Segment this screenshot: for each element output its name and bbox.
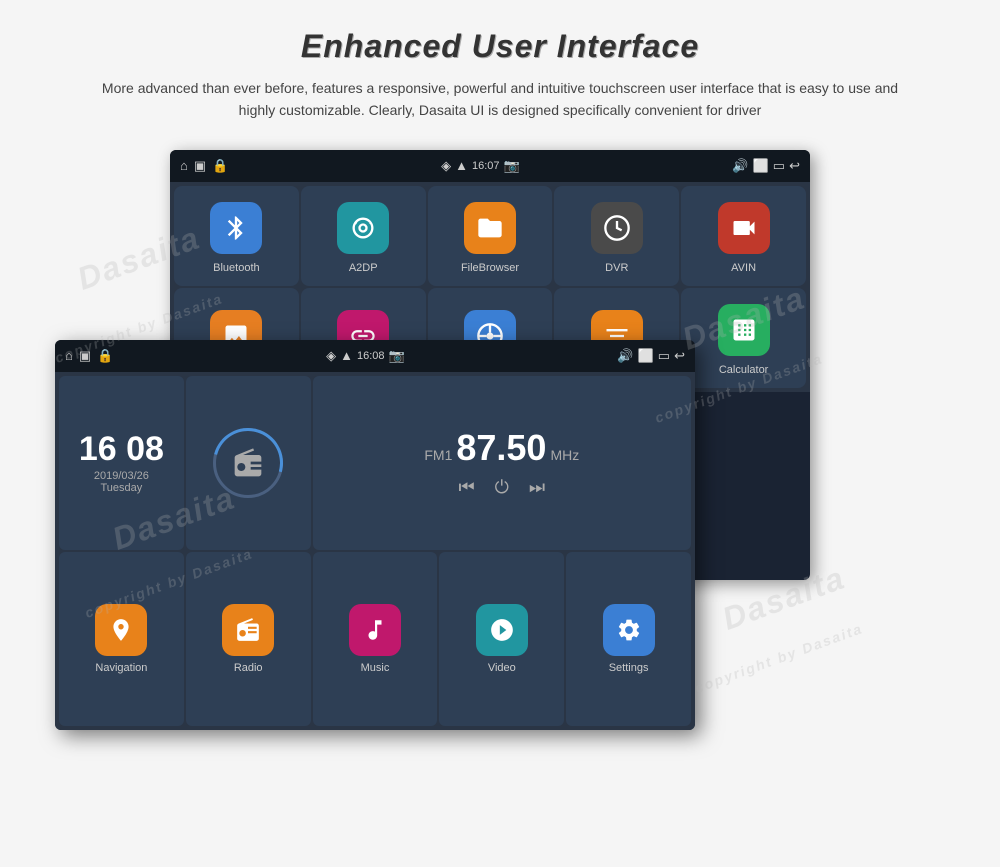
clock-back: 16:07 <box>472 160 500 172</box>
clock-date-display: 2019/03/26 <box>94 470 149 482</box>
nav-app-icon <box>95 604 147 656</box>
header-description: More advanced than ever before, features… <box>90 77 910 122</box>
clock-front: 16:08 <box>357 350 385 362</box>
app-calculator[interactable]: Calculator <box>681 288 806 388</box>
image-icon-front: ▣ <box>79 348 91 364</box>
settings-label: Settings <box>609 662 649 674</box>
page-title: Enhanced User Interface <box>40 28 960 65</box>
min-icon-front[interactable]: ▭ <box>658 348 670 364</box>
calculator-icon <box>718 304 770 356</box>
radio-label: Radio <box>234 662 263 674</box>
music-label: Music <box>361 662 390 674</box>
status-right-front: 🔊 ⬜ ▭ ↩ <box>617 348 685 364</box>
avin-label: AVIN <box>731 262 756 274</box>
app-dvr[interactable]: DVR <box>554 186 679 286</box>
app-avin[interactable]: AVIN <box>681 186 806 286</box>
radio-dial-arc <box>200 415 296 511</box>
status-left-back: ⌂ ▣ 🔒 <box>180 158 228 174</box>
filebrowser-label: FileBrowser <box>461 262 519 274</box>
app-navigation[interactable]: Navigation <box>59 552 184 726</box>
status-center-front: ◈ ▲ 16:08 📷 <box>326 348 405 364</box>
home-icon-front[interactable]: ⌂ <box>65 348 73 363</box>
status-left-front: ⌂ ▣ 🔒 <box>65 348 113 364</box>
fm-controls: ⏮ ⏻ ⏭ <box>458 477 545 498</box>
filebrowser-icon <box>464 202 516 254</box>
dvr-icon <box>591 202 643 254</box>
music-app-icon <box>349 604 401 656</box>
status-center-back: ◈ ▲ 16:07 📷 <box>441 158 520 174</box>
radio-dial-cell[interactable] <box>186 376 311 550</box>
app-music[interactable]: Music <box>313 552 438 726</box>
bt-icon-front: ▲ <box>340 348 353 363</box>
fm-power-button[interactable]: ⏻ <box>495 477 509 498</box>
video-label: Video <box>488 662 516 674</box>
vol-icon[interactable]: 🔊 <box>732 158 748 174</box>
win-icon-front[interactable]: ⬜ <box>638 348 654 364</box>
clock-day-display: Tuesday <box>101 482 143 494</box>
app-radio[interactable]: Radio <box>186 552 311 726</box>
status-right-back: 🔊 ⬜ ▭ ↩ <box>732 158 800 174</box>
app-bluetooth[interactable]: Bluetooth <box>174 186 299 286</box>
fm-cell: FM1 87.50 MHz ⏮ ⏻ ⏭ <box>313 376 691 550</box>
vol-icon-front[interactable]: 🔊 <box>617 348 633 364</box>
settings-app-icon <box>603 604 655 656</box>
app-settings[interactable]: Settings <box>566 552 691 726</box>
fm-freq-number: 87.50 <box>456 427 546 469</box>
home-grid: 16 08 2019/03/26 Tuesday <box>55 372 695 730</box>
dvr-label: DVR <box>605 262 628 274</box>
radio-dial <box>213 428 283 498</box>
home-icon[interactable]: ⌂ <box>180 158 188 173</box>
lock-icon-front: 🔒 <box>97 348 113 364</box>
screens-container: ⌂ ▣ 🔒 ◈ ▲ 16:07 📷 🔊 ⬜ ▭ ↩ <box>0 150 1000 750</box>
app-filebrowser[interactable]: FileBrowser <box>428 186 553 286</box>
back-icon-front[interactable]: ↩ <box>674 348 685 364</box>
fm-next-button[interactable]: ⏭ <box>529 477 545 498</box>
lock-icon: 🔒 <box>212 158 228 174</box>
loc-icon-front: ◈ <box>326 348 336 364</box>
bt-icon: ▲ <box>455 158 468 173</box>
video-app-icon <box>476 604 528 656</box>
page-wrapper: Dasaita copyright by Dasaita Dasaita cop… <box>0 0 1000 867</box>
fm-prev-button[interactable]: ⏮ <box>458 477 474 498</box>
camera-status-icon: 📷 <box>503 158 519 174</box>
radio-app-icon <box>222 604 274 656</box>
status-bar-front: ⌂ ▣ 🔒 ◈ ▲ 16:08 📷 🔊 ⬜ ▭ ↩ <box>55 340 695 372</box>
win-icon[interactable]: ⬜ <box>753 158 769 174</box>
min-icon[interactable]: ▭ <box>773 158 785 174</box>
app-a2dp[interactable]: A2DP <box>301 186 426 286</box>
bluetooth-icon <box>210 202 262 254</box>
app-video[interactable]: Video <box>439 552 564 726</box>
location-icon: ◈ <box>441 158 451 174</box>
back-icon-back[interactable]: ↩ <box>789 158 800 174</box>
cam-icon-front: 📷 <box>388 348 404 364</box>
clock-cell: 16 08 2019/03/26 Tuesday <box>59 376 184 550</box>
image-icon: ▣ <box>194 158 206 174</box>
calculator-label: Calculator <box>719 364 769 376</box>
status-bar-back: ⌂ ▣ 🔒 ◈ ▲ 16:07 📷 🔊 ⬜ ▭ ↩ <box>170 150 810 182</box>
fm-frequency-display: FM1 87.50 MHz <box>424 427 579 469</box>
fm-unit-label: MHz <box>550 447 579 463</box>
nav-label: Navigation <box>95 662 147 674</box>
fm-band-label: FM1 <box>424 447 452 463</box>
clock-time-display: 16 08 <box>79 432 164 466</box>
bluetooth-label: Bluetooth <box>213 262 259 274</box>
avin-icon <box>718 202 770 254</box>
a2dp-icon <box>337 202 389 254</box>
a2dp-label: A2DP <box>349 262 378 274</box>
header: Enhanced User Interface More advanced th… <box>0 0 1000 132</box>
screen-front: ⌂ ▣ 🔒 ◈ ▲ 16:08 📷 🔊 ⬜ ▭ ↩ <box>55 340 695 730</box>
